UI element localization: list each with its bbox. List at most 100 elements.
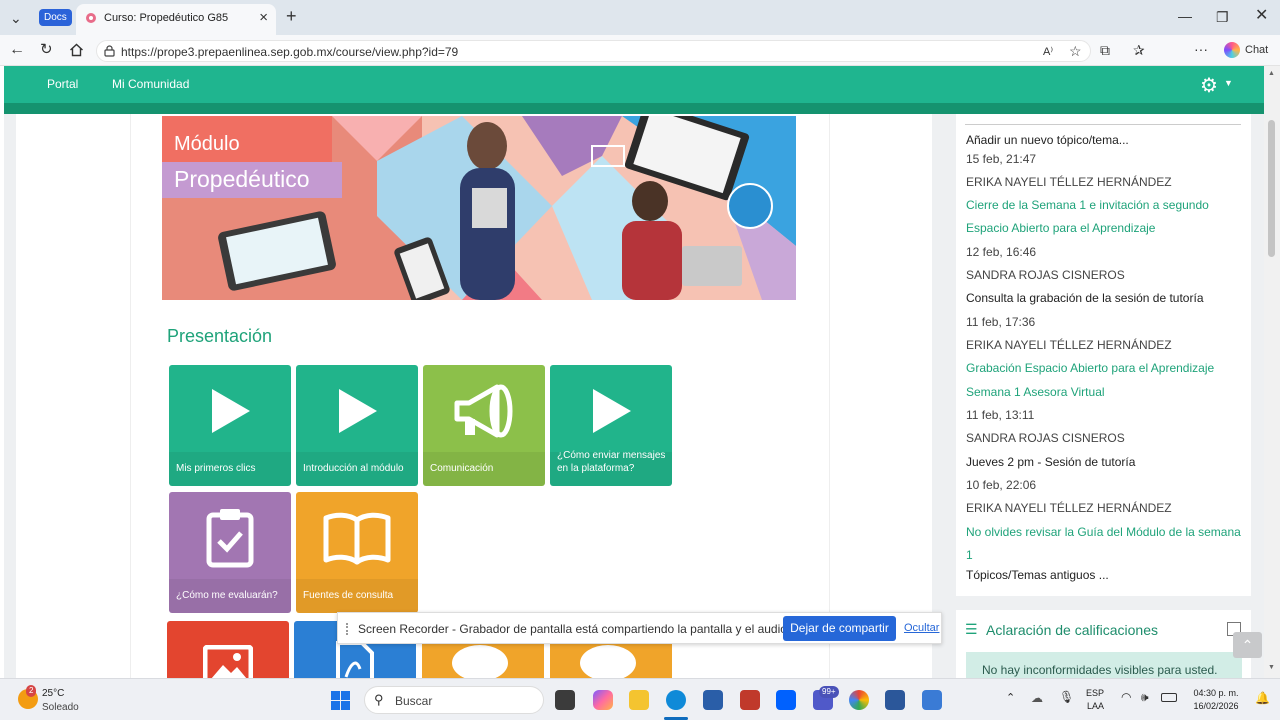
post-author: ERIKA NAYELI TÉLLEZ HERNÁNDEZ — [966, 501, 1172, 515]
tile-label: Introducción al módulo — [303, 463, 404, 474]
add-topic-link[interactable]: Añadir un nuevo tópico/tema... — [966, 133, 1129, 147]
language-secondary[interactable]: LAA — [1087, 701, 1104, 711]
volume-icon[interactable]: 🕪 — [1141, 690, 1149, 705]
file-explorer-icon[interactable] — [629, 690, 649, 710]
post-date: 10 feb, 22:06 — [966, 478, 1037, 492]
post-link[interactable]: Cierre de la Semana 1 e invitación a seg… — [966, 198, 1209, 212]
maximize-icon[interactable]: ❐ — [1216, 9, 1229, 25]
microphone-icon[interactable]: 🎙 — [1059, 690, 1074, 704]
browser-tab-bar: ⌄ Docs Curso: Propedéutico G85 × + — ❐ ✕ — [0, 0, 1280, 35]
copilot-app-icon[interactable] — [593, 690, 613, 710]
copilot-chat-button[interactable]: Chat — [1221, 39, 1274, 61]
favorites-icon[interactable]: ✰ — [1133, 42, 1145, 58]
post-link[interactable]: Semana 1 Asesora Virtual — [966, 385, 1105, 399]
settings-caret-icon[interactable]: ▼ — [1224, 78, 1233, 88]
drag-grip-icon[interactable] — [346, 623, 348, 635]
recent-news-block: Añadir un nuevo tópico/tema... 15 feb, 2… — [956, 114, 1251, 596]
scroll-to-top-button[interactable]: ⌃ — [1233, 632, 1262, 658]
tile-fuentes-de-consulta[interactable]: Fuentes de consulta — [296, 492, 418, 613]
grades-clarification-block: ☰ Aclaración de calificaciones No hay in… — [956, 610, 1251, 678]
screen-recorder-icon[interactable] — [922, 690, 942, 710]
extensions-icon[interactable]: ⧉ — [1100, 42, 1110, 58]
page-scrollbar[interactable]: ▲ ▼ — [1264, 66, 1280, 678]
tab-actions-chevron-icon[interactable]: ⌄ — [10, 10, 22, 26]
scroll-up-icon[interactable]: ▲ — [1268, 70, 1275, 77]
reload-icon[interactable]: ↻ — [40, 42, 53, 58]
hide-share-bar-link[interactable]: Ocultar — [904, 622, 939, 634]
dropbox-icon[interactable] — [776, 690, 796, 710]
word-icon[interactable] — [885, 690, 905, 710]
onedrive-icon[interactable]: ☁ — [1031, 691, 1043, 705]
taskbar-search-input[interactable]: ⚲ Buscar — [364, 686, 544, 714]
nav-portal[interactable]: Portal — [47, 77, 78, 91]
tile-como-enviar-mensajes[interactable]: ¿Cómo enviar mensajes en la plataforma? — [550, 365, 672, 486]
screen-share-bar: Screen Recorder - Grabador de pantalla e… — [337, 612, 942, 644]
scroll-down-icon[interactable]: ▼ — [1268, 664, 1275, 671]
stop-sharing-button[interactable]: Dejar de compartir — [783, 616, 896, 641]
favorite-star-icon[interactable]: ☆ — [1069, 43, 1082, 59]
wifi-icon[interactable]: ◠ — [1121, 690, 1131, 704]
settings-gear-icon[interactable]: ⚙ — [1200, 73, 1218, 98]
tile-image[interactable] — [167, 621, 289, 678]
banner-artwork — [162, 116, 796, 300]
tile-como-me-evaluaran[interactable]: ¿Cómo me evaluarán? — [169, 492, 291, 613]
teams-badge: 99+ — [819, 686, 839, 698]
post-date: 11 feb, 13:11 — [966, 408, 1035, 422]
post-author: SANDRA ROJAS CISNEROS — [966, 268, 1125, 282]
docs-tab-group[interactable]: Docs — [39, 9, 72, 26]
edge-browser-icon[interactable] — [666, 690, 686, 710]
banner-title-modulo: Módulo — [174, 133, 240, 155]
post-link[interactable]: No olvides revisar la Guía del Módulo de… — [966, 525, 1241, 539]
window-close-icon[interactable]: ✕ — [1255, 8, 1268, 24]
url-field[interactable]: https://prope3.prepaenlinea.sep.gob.mx/c… — [96, 40, 1091, 62]
chat-bubbles-icon — [452, 645, 508, 678]
main-content: Módulo Propedéutico Presentación Mis pri… — [16, 114, 932, 678]
tile-introduccion-modulo[interactable]: Introducción al módulo — [296, 365, 418, 486]
chat-bubbles-icon — [580, 645, 636, 678]
minimize-icon[interactable]: — — [1178, 8, 1192, 24]
home-icon[interactable] — [69, 43, 84, 57]
tab-close-icon[interactable]: × — [259, 9, 268, 26]
scrollbar-thumb[interactable] — [1268, 120, 1275, 257]
info-alert: No hay inconformidades visibles para ust… — [966, 652, 1242, 678]
tile-mis-primeros-clics[interactable]: Mis primeros clics — [169, 365, 291, 486]
mcafee-icon[interactable] — [740, 690, 760, 710]
page-body: Módulo Propedéutico Presentación Mis pri… — [4, 114, 1264, 678]
post-link[interactable]: Grabación Espacio Abierto para el Aprend… — [966, 361, 1214, 375]
post-title[interactable]: Jueves 2 pm - Sesión de tutoría — [966, 455, 1135, 469]
weather-temperature[interactable]: 25°C — [42, 688, 64, 699]
megaphone-icon — [423, 375, 545, 447]
search-icon: ⚲ — [374, 692, 384, 707]
read-aloud-icon[interactable]: A⁾ — [1043, 44, 1053, 60]
chrome-icon[interactable] — [849, 690, 869, 710]
windows-start-icon[interactable] — [331, 691, 350, 710]
clock-date[interactable]: 16/02/2026 — [1190, 701, 1242, 711]
task-view-icon[interactable] — [555, 690, 575, 710]
back-arrow-icon[interactable]: ← — [9, 42, 25, 58]
tab-title: Curso: Propedéutico G85 — [104, 12, 229, 24]
post-title[interactable]: Consulta la grabación de la sesión de tu… — [966, 291, 1204, 305]
banner-title-propedeutico: Propedéutico — [174, 166, 310, 192]
weather-description[interactable]: Soleado — [42, 702, 79, 713]
tab-course[interactable]: Curso: Propedéutico G85 × — [76, 4, 276, 35]
post-date: 15 feb, 21:47 — [966, 152, 1037, 166]
post-date: 12 feb, 16:46 — [966, 245, 1037, 259]
post-link[interactable]: Espacio Abierto para el Aprendizaje — [966, 221, 1155, 235]
block-title: Aclaración de calificaciones — [986, 622, 1158, 638]
image-icon — [203, 645, 253, 678]
battery-icon[interactable] — [1161, 693, 1177, 702]
lock-icon[interactable] — [104, 45, 115, 57]
navbar-stripe — [4, 103, 1264, 114]
more-menu-icon[interactable]: ··· — [1194, 41, 1208, 57]
store-icon[interactable] — [703, 690, 723, 710]
nav-mi-comunidad[interactable]: Mi Comunidad — [112, 77, 189, 91]
tile-comunicacion[interactable]: Comunicación — [423, 365, 545, 486]
new-tab-plus-icon[interactable]: + — [286, 7, 297, 25]
clock-time[interactable]: 04:30 p. m. — [1190, 688, 1242, 698]
notifications-bell-icon[interactable]: 🔔 — [1255, 691, 1270, 705]
section-title: Presentación — [167, 326, 273, 346]
language-primary[interactable]: ESP — [1086, 688, 1104, 698]
post-link[interactable]: 1 — [966, 548, 973, 562]
older-topics-link[interactable]: Tópicos/Temas antiguos ... — [966, 568, 1109, 582]
tray-chevron-icon[interactable]: ⌃ — [1006, 691, 1015, 704]
